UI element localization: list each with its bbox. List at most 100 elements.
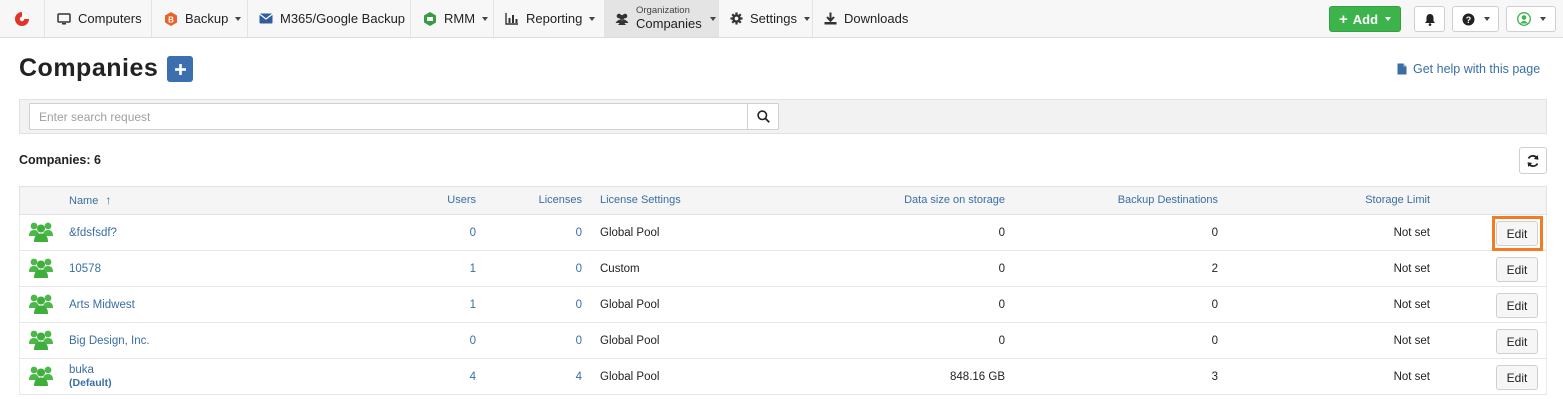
col-license-settings-header[interactable]: License Settings [600, 187, 681, 214]
table-body: &fdsfsdf? 0 0 Global Pool 0 0 Not set Edit 10578… [19, 215, 1547, 395]
refresh-button[interactable] [1519, 147, 1547, 174]
add-company-button[interactable] [167, 56, 193, 82]
storage-limit-cell: Not set [1393, 226, 1430, 239]
license-settings-cell: Global Pool [600, 334, 660, 347]
envelope-icon [259, 13, 273, 24]
backup-destinations-cell: 0 [1211, 226, 1218, 239]
license-settings-cell: Global Pool [600, 226, 660, 239]
col-storage-limit-header[interactable]: Storage Limit [1230, 187, 1430, 214]
license-settings-cell: Global Pool [600, 298, 660, 311]
nav-rmm[interactable]: RMM [423, 0, 489, 37]
company-name-link[interactable]: 10578 [69, 263, 101, 275]
nav-backup[interactable]: B Backup [164, 0, 242, 37]
nav-label: Reporting [526, 11, 583, 26]
nav-settings[interactable]: Settings [730, 0, 810, 37]
chevron-down-icon [709, 16, 716, 21]
data-size-cell: 0 [998, 298, 1005, 311]
app-logo[interactable] [0, 0, 44, 37]
chevron-down-icon [1539, 17, 1546, 21]
col-name-header[interactable]: Name ↑ [69, 187, 111, 214]
table-row: 10578 1 0 Custom 0 2 Not set Edit [19, 251, 1547, 287]
data-size-cell: 0 [998, 226, 1005, 239]
add-button[interactable]: + Add [1329, 6, 1401, 32]
chevron-down-icon [589, 16, 596, 21]
nav-reporting[interactable]: Reporting [505, 0, 596, 37]
help-link-label: Get help with this page [1413, 62, 1541, 76]
company-name-cell: buka (Default) [69, 359, 112, 394]
users-count-link[interactable]: 1 [400, 287, 476, 322]
license-settings-cell: Custom [600, 262, 640, 275]
search-input[interactable] [29, 103, 748, 130]
licenses-count-link[interactable]: 0 [490, 323, 582, 358]
edit-button[interactable]: Edit [1496, 257, 1538, 282]
col-header-label: Name [69, 195, 99, 207]
col-licenses-header[interactable]: Licenses [490, 187, 582, 214]
plus-icon: + [1338, 10, 1348, 28]
nav-label: Backup [185, 11, 229, 26]
plus-icon [174, 63, 186, 75]
nav-computers[interactable]: Computers [57, 0, 142, 37]
logo-icon [15, 11, 29, 26]
monitor-icon [57, 12, 71, 25]
search-icon [756, 110, 770, 123]
col-backup-destinations-header[interactable]: Backup Destinations [1020, 187, 1218, 214]
top-navbar: Computers B Backup M365/Google Backup RM… [0, 0, 1563, 38]
nav-divider [718, 0, 719, 37]
table-row: Big Design, Inc. 0 0 Global Pool 0 0 Not set Ed… [19, 323, 1547, 359]
chevron-down-icon [803, 16, 810, 21]
svg-text:B: B [168, 15, 174, 24]
users-count-link[interactable]: 1 [400, 251, 476, 286]
table-row: Arts Midwest 1 0 Global Pool 0 0 Not set Edit [19, 287, 1547, 323]
company-name-link[interactable]: Arts Midwest [69, 299, 135, 311]
chevron-down-icon [1483, 17, 1490, 21]
user-menu-button[interactable] [1506, 6, 1556, 32]
company-group-icon [29, 293, 53, 318]
company-group-icon [29, 329, 53, 354]
company-group-icon [29, 221, 53, 246]
storage-limit-cell: Not set [1393, 334, 1430, 347]
download-icon [824, 12, 837, 25]
backup-destinations-cell: 0 [1211, 334, 1218, 347]
licenses-count-link[interactable]: 4 [490, 359, 582, 394]
search-button[interactable] [747, 103, 779, 130]
nav-label: Downloads [844, 11, 909, 26]
edit-button[interactable]: Edit [1496, 365, 1538, 390]
company-name-cell: Arts Midwest [69, 287, 135, 322]
users-count-link[interactable]: 4 [400, 359, 476, 394]
nav-divider [247, 0, 248, 37]
table-row: &fdsfsdf? 0 0 Global Pool 0 0 Not set Edit [19, 215, 1547, 251]
users-count-link[interactable]: 0 [400, 215, 476, 250]
nav-divider [44, 0, 45, 37]
users-count-link[interactable]: 0 [400, 323, 476, 358]
edit-button[interactable]: Edit [1496, 329, 1538, 354]
storage-limit-cell: Not set [1393, 262, 1430, 275]
notifications-button[interactable] [1414, 6, 1445, 32]
svg-text:?: ? [1465, 15, 1471, 25]
col-data-size-header[interactable]: Data size on storage [800, 187, 1005, 214]
nav-downloads[interactable]: Downloads [824, 0, 908, 37]
refresh-icon [1527, 154, 1539, 167]
nav-divider [410, 0, 411, 37]
help-menu-button[interactable]: ? [1452, 6, 1499, 32]
edit-button[interactable]: Edit [1496, 293, 1538, 318]
question-icon: ? [1462, 13, 1474, 25]
nav-m365-backup[interactable]: M365/Google Backup [259, 0, 405, 37]
help-link[interactable]: Get help with this page [1397, 62, 1540, 76]
col-users-header[interactable]: Users [400, 187, 476, 214]
nav-label: Settings [750, 11, 797, 26]
company-name-link[interactable]: buka [69, 364, 94, 377]
company-name-link[interactable]: Big Design, Inc. [69, 335, 150, 347]
table-header: Name ↑ Users Licenses License Settings D… [19, 186, 1547, 215]
license-settings-cell: Global Pool [600, 370, 660, 383]
edit-button[interactable]: Edit [1496, 221, 1538, 246]
nav-label: Computers [78, 11, 142, 26]
company-name-cell: Big Design, Inc. [69, 323, 150, 358]
gear-icon [730, 12, 743, 25]
nav-organization-companies[interactable]: Organization Companies [605, 0, 718, 37]
chevron-down-icon [1385, 17, 1392, 21]
company-name-link[interactable]: &fdsfsdf? [69, 227, 117, 239]
nav-divider [812, 0, 813, 37]
licenses-count-link[interactable]: 0 [490, 215, 582, 250]
licenses-count-link[interactable]: 0 [490, 251, 582, 286]
licenses-count-link[interactable]: 0 [490, 287, 582, 322]
